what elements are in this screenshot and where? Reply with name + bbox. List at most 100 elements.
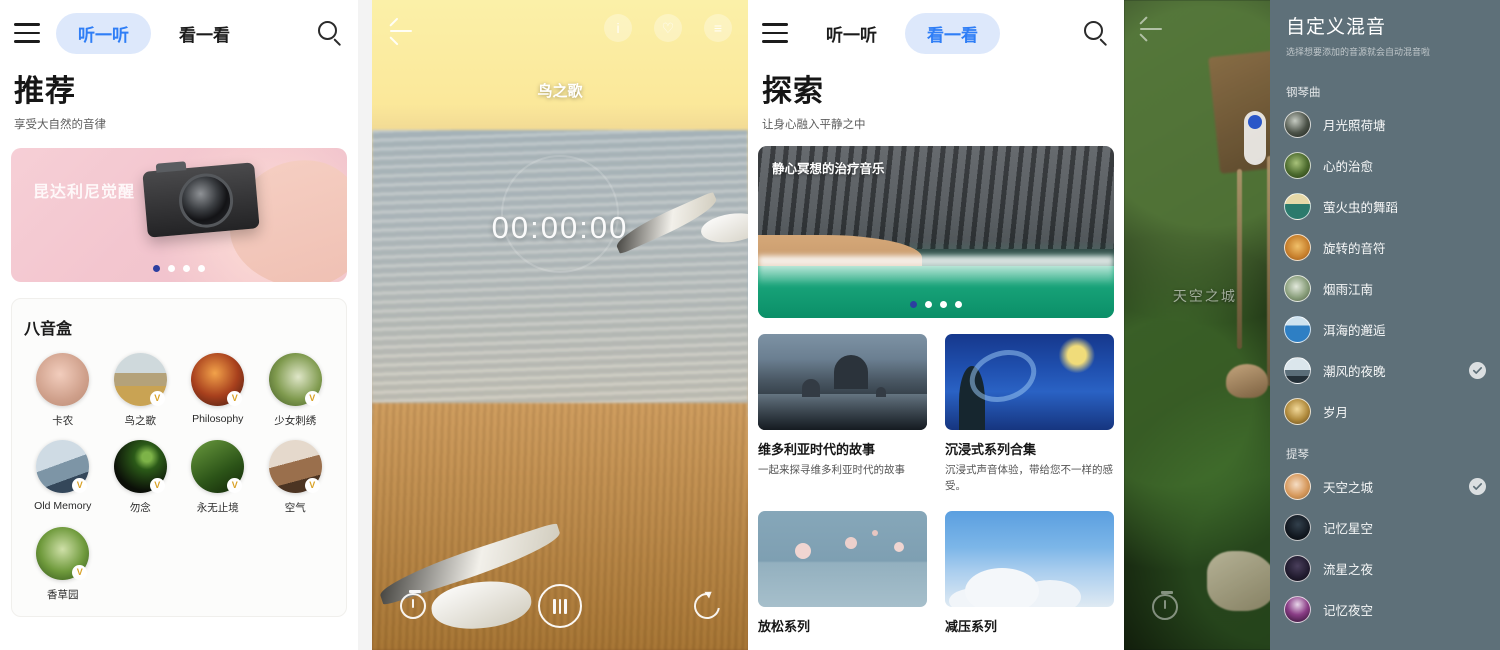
sleep-timer-button[interactable] [400,590,426,619]
list-item-label: 空气 [284,502,306,514]
loop-button[interactable] [688,587,726,625]
vip-badge: V [149,391,165,406]
pagination-dot[interactable] [955,301,962,308]
mix-background-tag [1244,110,1267,165]
info-icon[interactable]: i [604,14,632,42]
back-arrow-icon[interactable] [388,17,414,46]
page-subtitle: 让身心融入平静之中 [762,119,866,131]
list-item[interactable]: V 空气 [257,440,335,515]
track-title: 鸟之歌 [537,83,583,100]
selected-check-icon[interactable] [1469,362,1486,379]
mix-background-bell [1225,364,1268,398]
avatar [1284,514,1311,541]
mix-source-row[interactable]: 心的治愈 [1270,145,1500,186]
sleep-timer-icon[interactable] [1152,591,1178,620]
vip-badge: V [149,478,165,493]
selected-check-icon[interactable] [1469,478,1486,495]
panel-player: i ♡ ≡ 鸟之歌 00:00:00 [372,0,748,650]
pagination-dot[interactable] [940,301,947,308]
mix-source-row[interactable]: 岁月 [1270,391,1500,432]
hamburger-icon[interactable] [762,23,788,43]
mix-background-leaf [1206,551,1277,611]
mix-source-label: 旋转的音符 [1323,242,1386,256]
pagination-dot[interactable] [168,265,175,272]
list-item-label: 香草园 [47,589,79,601]
list-item[interactable]: V 勿念 [102,440,180,515]
player-controls [372,584,748,628]
mix-source-row[interactable]: 烟雨江南 [1270,268,1500,309]
banner-camera-image [142,161,261,238]
vip-badge: V [72,565,88,580]
card-title: 减压系列 [945,618,998,634]
thumbnail: V [36,527,90,580]
hero-label: 静心冥想的治疗音乐 [772,162,885,176]
mix-source-label: 记忆夜空 [1323,604,1374,618]
music-box-grid: 卡农 V 鸟之歌 V Philosophy V 少女刺绣 V Old Memor… [24,353,334,602]
mix-source-row[interactable]: 月光照荷塘 [1270,104,1500,145]
vip-badge: V [304,478,320,493]
avatar [1284,275,1311,302]
vip-badge: V [227,391,243,406]
card-description: 沉浸式声音体验，带给您不一样的感受。 [945,464,1113,492]
explore-card-grid: 维多利亚时代的故事 一起来探寻维多利亚时代的故事 沉浸式系列合集 沉浸式声音体验… [748,318,1124,640]
list-item[interactable]: V 少女刺绣 [257,353,335,428]
tab-watch[interactable]: 看一看 [905,12,1000,54]
avatar [1284,398,1311,425]
banner-label: 昆达利尼觉醒 [33,184,136,201]
tab-listen[interactable]: 听一听 [804,13,899,54]
more-icon[interactable]: ≡ [704,14,732,42]
list-item[interactable]: V Philosophy [179,353,257,428]
tab-watch[interactable]: 看一看 [157,13,252,54]
banner-carousel[interactable]: 昆达利尼觉醒 [11,148,347,282]
mix-source-row[interactable]: 洱海的邂逅 [1270,309,1500,350]
panel-explore: 听一听 看一看 探索 让身心融入平静之中 静心冥想的治疗音乐 维多利亚时代的故事 [748,0,1124,650]
mix-source-row[interactable]: 潮风的夜晚 [1270,350,1500,391]
thumbnail: V [191,440,245,493]
hero-carousel[interactable]: 静心冥想的治疗音乐 [758,146,1114,318]
favorite-icon[interactable]: ♡ [654,14,682,42]
search-icon[interactable] [1080,18,1110,48]
hamburger-icon[interactable] [14,23,40,43]
pagination-dot[interactable] [925,301,932,308]
background-track-label: 天空之城 [1172,288,1237,304]
pause-button[interactable] [538,584,582,628]
custom-mix-header: 自定义混音 选择想要添加的音源就会自动混音啦 [1270,0,1500,70]
custom-mix-title: 自定义混音 [1286,17,1387,38]
thumbnail-image [36,353,90,406]
list-item[interactable]: V 鸟之歌 [102,353,180,428]
card-image [945,334,1114,430]
tab-listen[interactable]: 听一听 [56,12,151,54]
pagination-dot[interactable] [183,265,190,272]
player-actions: i ♡ ≡ [604,14,732,42]
list-item[interactable]: 卡农 [24,353,102,428]
back-arrow-icon[interactable] [1138,16,1164,42]
mix-source-row[interactable]: 流星之夜 [1270,548,1500,589]
explore-card[interactable]: 减压系列 [945,510,1114,640]
mix-source-row[interactable]: 记忆星空 [1270,507,1500,548]
card-image [945,510,1114,607]
explore-card[interactable]: 维多利亚时代的故事 一起来探寻维多利亚时代的故事 [758,334,927,495]
thumbnail: V [268,440,322,493]
list-item-label: 鸟之歌 [124,415,157,427]
mix-source-row[interactable]: 天空之城 [1270,466,1500,507]
list-item-label: Old Memory [34,500,92,512]
mix-source-label: 潮风的夜晚 [1323,365,1386,379]
explore-card[interactable]: 沉浸式系列合集 沉浸式声音体验，带给您不一样的感受。 [945,334,1114,495]
mix-source-row[interactable]: 记忆夜空 [1270,589,1500,630]
avatar [1284,193,1311,220]
list-item[interactable]: V Old Memory [24,440,102,515]
search-icon[interactable] [314,18,344,48]
list-item[interactable]: V 香草园 [24,527,102,602]
group-label-piano: 钢琴曲 [1286,87,1321,99]
vip-badge: V [72,478,88,493]
mix-source-row[interactable]: 萤火虫的舞蹈 [1270,186,1500,227]
pagination-dot[interactable] [198,265,205,272]
pagination-dot[interactable] [153,265,160,272]
panel-recommend: 听一听 看一看 推荐 享受大自然的音律 昆达利尼觉醒 八音盒 卡农 V 鸟之歌 … [0,0,358,650]
mix-source-label: 萤火虫的舞蹈 [1323,201,1399,215]
mix-source-row[interactable]: 旋转的音符 [1270,227,1500,268]
pagination-dot[interactable] [910,301,917,308]
list-item[interactable]: V 永无止境 [179,440,257,515]
explore-card[interactable]: 放松系列 [758,510,927,640]
avatar [1284,152,1311,179]
